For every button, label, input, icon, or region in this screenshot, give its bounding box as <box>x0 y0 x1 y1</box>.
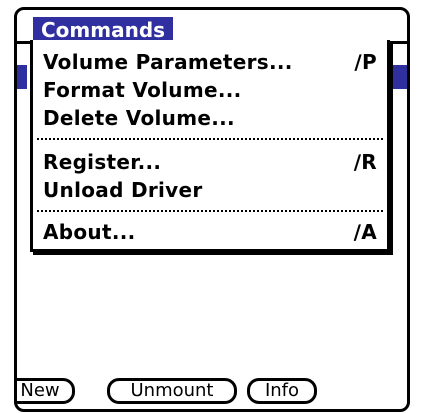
menu-item-label: About... <box>43 220 136 244</box>
shortcut-stroke-icon: ∕P <box>354 50 377 74</box>
menu-item-label: Register... <box>43 150 162 174</box>
menu-item-register[interactable]: Register... ∕R <box>43 148 377 176</box>
menu-item-unload-driver[interactable]: Unload Driver <box>43 176 377 204</box>
menu-separator <box>37 210 383 212</box>
menu-item-label: Volume Parameters... <box>43 50 293 74</box>
title-bar: Commands <box>17 10 407 44</box>
menu-item-format-volume[interactable]: Format Volume... <box>43 76 377 104</box>
info-button[interactable]: Info <box>247 378 317 404</box>
app-screen: Commands Volume Parameters... ∕P Format … <box>14 7 410 412</box>
menu-item-label: Unload Driver <box>43 178 203 202</box>
commands-menu: Volume Parameters... ∕P Format Volume...… <box>30 40 390 252</box>
menu-item-label: Delete Volume... <box>43 106 235 130</box>
unmount-button[interactable]: Unmount <box>107 378 237 404</box>
shortcut-stroke-icon: ∕R <box>353 150 377 174</box>
menu-separator <box>37 138 383 140</box>
menu-item-label: Format Volume... <box>43 78 242 102</box>
shortcut-stroke-icon: ∕A <box>353 220 377 244</box>
selected-row-highlight-left <box>17 65 27 89</box>
new-button[interactable]: New <box>17 378 75 404</box>
menu-item-delete-volume[interactable]: Delete Volume... <box>43 104 377 132</box>
menu-item-about[interactable]: About... ∕A <box>43 218 377 246</box>
menu-item-volume-parameters[interactable]: Volume Parameters... ∕P <box>43 48 377 76</box>
